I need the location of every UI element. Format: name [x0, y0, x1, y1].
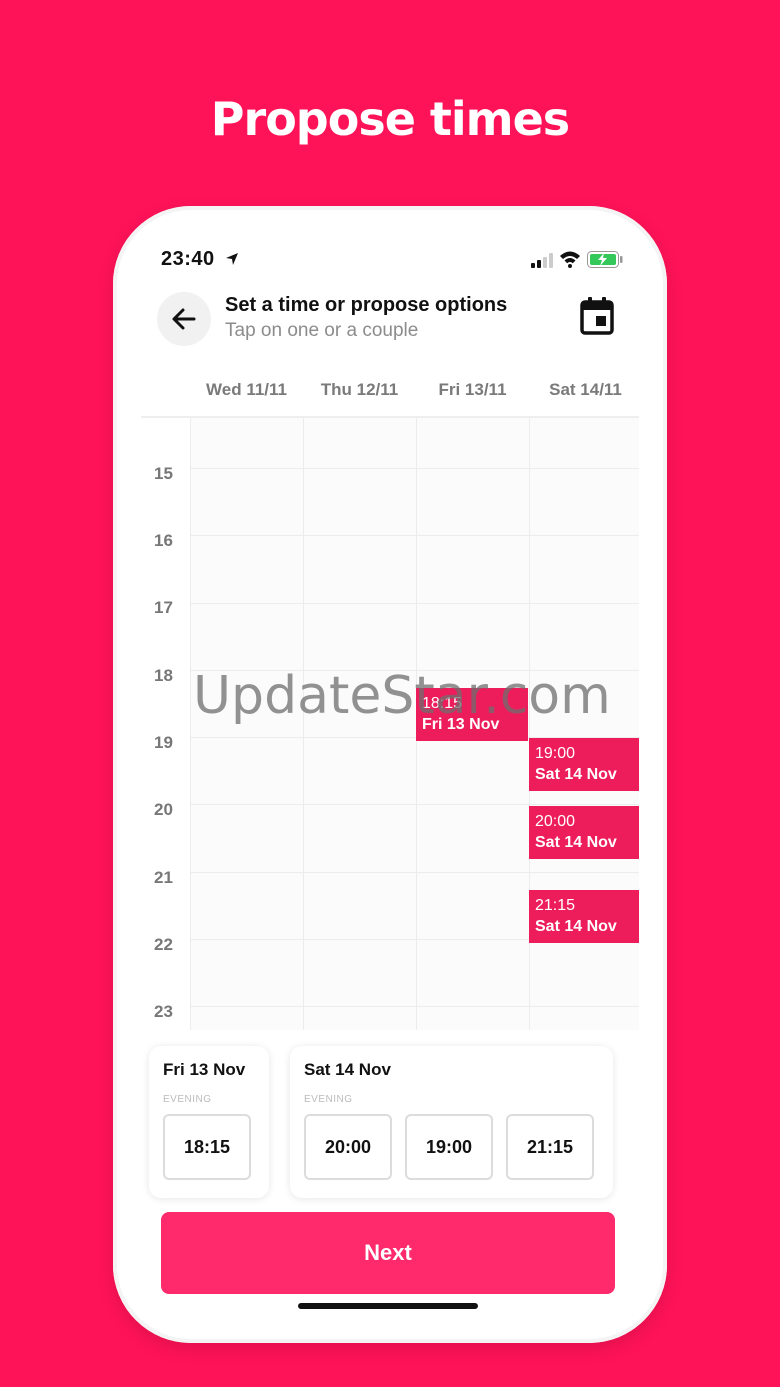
event-date: Sat 14 Nov — [535, 834, 617, 851]
hour-label: 23 — [154, 1002, 173, 1021]
hour-label: 15 — [154, 464, 173, 483]
status-time: 23:40 — [161, 248, 215, 270]
screen-subtitle: Tap on one or a couple — [225, 320, 419, 341]
screen-title: Set a time or propose options — [225, 294, 508, 316]
hour-label: 22 — [154, 935, 173, 954]
time-slot-button[interactable]: 20:00 — [304, 1114, 392, 1180]
hour-label: 17 — [154, 598, 173, 617]
grid-divider — [190, 1006, 639, 1007]
wifi-icon — [560, 251, 580, 268]
cellular-signal-icon — [531, 253, 553, 268]
next-button[interactable]: Next — [161, 1212, 615, 1294]
summary-card-fri: Fri 13 Nov EVENING 18:15 — [149, 1046, 269, 1198]
grid-divider — [190, 804, 639, 805]
day-header-fri[interactable]: Fri 13/11 — [416, 380, 529, 400]
top-bar: Set a time or propose options Tap on one… — [113, 286, 667, 356]
back-button[interactable] — [157, 292, 211, 346]
day-header-sat[interactable]: Sat 14/11 — [529, 380, 642, 400]
hour-label: 20 — [154, 800, 173, 819]
hour-label: 18 — [154, 666, 173, 685]
grid-divider — [190, 535, 639, 536]
event-slot[interactable]: 21:15 Sat 14 Nov — [529, 890, 639, 943]
home-indicator — [298, 1303, 478, 1309]
time-slot-button[interactable]: 21:15 — [506, 1114, 594, 1180]
day-header-row: Wed 11/11 Thu 12/11 Fri 13/11 Sat 14/11 — [141, 366, 639, 418]
event-time: 21:15 — [535, 897, 576, 914]
calendar-icon[interactable] — [579, 296, 615, 336]
summary-card-period: EVENING — [163, 1094, 212, 1105]
phone-frame: 23:40 Set a time or propose options Tap … — [113, 206, 667, 1343]
grid-divider — [190, 468, 639, 469]
hour-label: 21 — [154, 868, 173, 887]
hour-label: 16 — [154, 531, 173, 550]
watermark: UpdateStar.com — [193, 666, 611, 726]
event-date: Sat 14 Nov — [535, 918, 617, 935]
event-time: 19:00 — [535, 745, 576, 762]
page-headline: Propose times — [210, 92, 570, 146]
day-header-thu[interactable]: Thu 12/11 — [303, 380, 416, 400]
event-date: Sat 14 Nov — [535, 766, 617, 783]
summary-card-period: EVENING — [304, 1094, 353, 1105]
summary-card-title: Fri 13 Nov — [163, 1060, 246, 1079]
time-slot-button[interactable]: 18:15 — [163, 1114, 251, 1180]
location-arrow-icon — [226, 253, 238, 265]
battery-charging-icon — [587, 251, 623, 268]
summary-card-title: Sat 14 Nov — [304, 1060, 391, 1079]
grid-divider — [190, 603, 639, 604]
grid-divider — [190, 872, 639, 873]
summary-card-sat: Sat 14 Nov EVENING 20:00 19:00 21:15 — [290, 1046, 613, 1198]
time-slot-button[interactable]: 19:00 — [405, 1114, 493, 1180]
status-bar: 23:40 — [113, 206, 667, 276]
day-header-wed[interactable]: Wed 11/11 — [190, 380, 303, 400]
hour-label: 19 — [154, 733, 173, 752]
event-slot[interactable]: 19:00 Sat 14 Nov — [529, 738, 639, 791]
event-slot[interactable]: 20:00 Sat 14 Nov — [529, 806, 639, 859]
back-arrow-icon — [172, 308, 196, 330]
hour-column: 15 16 17 18 19 20 21 22 23 — [141, 418, 190, 1030]
event-time: 20:00 — [535, 813, 576, 830]
